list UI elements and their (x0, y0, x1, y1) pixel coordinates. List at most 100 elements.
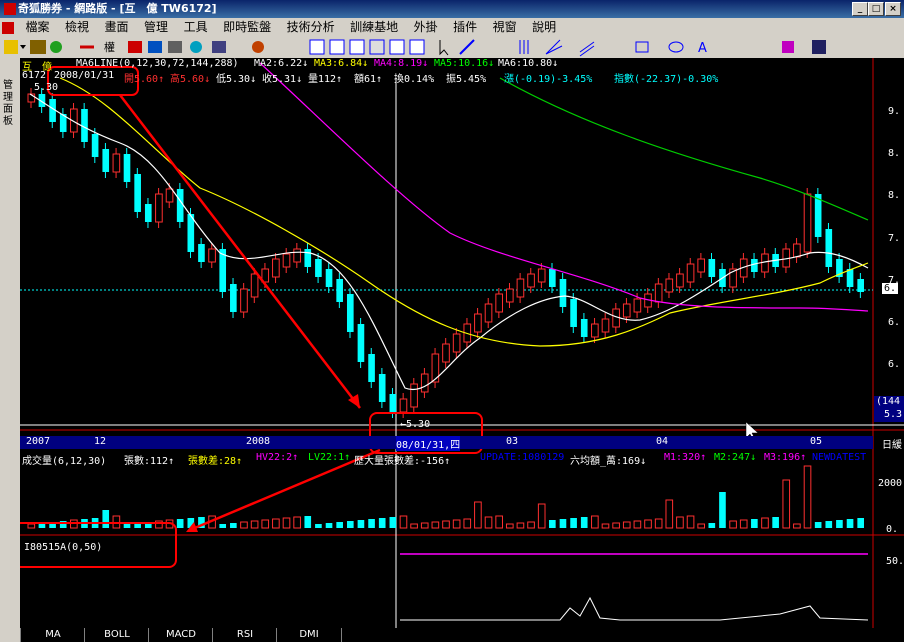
cursor-date-label: 08/01/31,四 (396, 436, 461, 451)
menu-tools[interactable]: 工具 (178, 18, 214, 36)
volume-bar (814, 522, 822, 528)
candle-body (198, 244, 205, 262)
toolbar: A 權 (0, 36, 904, 59)
candle-body (761, 253, 769, 273)
volume-bar (495, 515, 503, 529)
grid-icon[interactable] (212, 41, 226, 53)
candle-body (102, 149, 110, 172)
ellipse-tool-icon[interactable] (668, 41, 684, 53)
minimize-button[interactable]: _ (852, 2, 868, 16)
globe-icon[interactable] (190, 41, 202, 53)
last-price-tag: 6. (882, 283, 899, 294)
candle-body (654, 283, 663, 303)
index-change: 指數(-22.37)-0.30% (614, 74, 719, 85)
menu-training[interactable]: 訓練基地 (344, 18, 404, 36)
volume-bar (803, 465, 812, 529)
amplitude-value: 振5.45% (446, 74, 487, 85)
chart-area[interactable]: 互 億 MA6LINE(0,12,30,72,144,288) MA2:6.22… (20, 58, 904, 628)
tab-boll[interactable]: BOLL (84, 628, 149, 642)
tab-rsi[interactable]: RSI (212, 628, 277, 642)
menu-bar: 檔案 檢視 畫面 管理 工具 即時監盤 技術分析 訓練基地 外掛 插件 視窗 說… (0, 18, 904, 36)
save-icon[interactable] (812, 40, 826, 54)
weight-label[interactable]: 權 (104, 39, 115, 55)
close-button[interactable]: × (885, 2, 901, 16)
candle-body (357, 324, 365, 362)
volume-bar (282, 517, 291, 529)
candle-body (346, 294, 354, 332)
candle-body (591, 323, 599, 338)
candle-body (580, 319, 588, 337)
volume-bar (537, 503, 546, 529)
volume-bar (739, 519, 748, 529)
color-palette-icon[interactable] (782, 41, 794, 53)
volume-bar (570, 518, 577, 528)
bars-tool-icon[interactable] (519, 40, 529, 54)
menu-realtime[interactable]: 即時監盤 (217, 18, 277, 36)
layout3-icon[interactable] (349, 39, 365, 55)
tab-ma[interactable]: MA (20, 628, 85, 642)
layout5-icon[interactable] (389, 39, 405, 55)
menu-help[interactable]: 說明 (526, 18, 562, 36)
fan-tool-icon[interactable] (545, 39, 563, 55)
menu-window[interactable]: 視窗 (487, 18, 523, 36)
volume-bar (346, 521, 354, 528)
volume-value: 量112↑ (308, 74, 343, 85)
layout4-icon[interactable] (369, 39, 385, 55)
candle-body (686, 263, 695, 283)
home-icon[interactable] (4, 40, 18, 54)
menu-plugins[interactable]: 插件 (447, 18, 483, 36)
volume-bar (612, 522, 620, 529)
person-icon[interactable] (252, 41, 264, 53)
menu-icon[interactable] (0, 18, 16, 36)
channel-tool-icon[interactable] (579, 41, 595, 57)
candle-body (155, 193, 163, 223)
price-axis-label: 6. (888, 317, 901, 328)
layout-icon[interactable] (309, 39, 325, 55)
line-tool-icon[interactable] (459, 39, 475, 55)
volume-bar (676, 516, 684, 529)
layout2-icon[interactable] (329, 39, 345, 55)
bar-date: 2008/01/31 (54, 70, 115, 81)
pointer-icon[interactable] (439, 40, 449, 56)
candle-body (676, 273, 684, 288)
menu-external[interactable]: 外掛 (408, 18, 444, 36)
zoom-icon[interactable] (50, 41, 62, 53)
menu-analysis[interactable]: 技術分析 (281, 18, 341, 36)
candle-body (474, 313, 482, 333)
candle-body (549, 269, 556, 287)
text-tool-icon[interactable]: A (698, 41, 707, 56)
edit-icon[interactable] (168, 41, 182, 53)
menu-screen[interactable]: 畫面 (99, 18, 135, 36)
high-price: 高5.60↓ (170, 74, 211, 85)
volume-bar (399, 515, 408, 529)
rect-tool-icon[interactable] (635, 41, 649, 53)
change-value: 漲(-0.19)-3.45% (504, 74, 593, 85)
chart-icon[interactable] (148, 41, 162, 53)
candle-body (112, 153, 121, 173)
volume-bar (410, 523, 418, 529)
turnover-value: 換0.14% (394, 74, 435, 85)
stock-icon[interactable] (30, 40, 46, 54)
layout6-icon[interactable] (409, 39, 425, 55)
volume-stat: M2:247↓ (714, 452, 757, 463)
tab-macd[interactable]: MACD (148, 628, 213, 642)
weight-icon[interactable] (128, 41, 142, 53)
candle-body (708, 259, 716, 277)
tab-dmi[interactable]: DMI (276, 628, 342, 642)
management-panel[interactable]: 管理面板 (0, 58, 20, 642)
menu-view[interactable]: 檢視 (59, 18, 95, 36)
svg-text:A: A (698, 41, 707, 56)
dropdown-icon[interactable] (20, 45, 26, 49)
candle-body (633, 298, 642, 313)
menu-file[interactable]: 檔案 (20, 18, 56, 36)
volume-bar (261, 519, 270, 529)
menu-manage[interactable]: 管理 (138, 18, 174, 36)
volume-bar (782, 479, 791, 529)
volume-bar (230, 523, 237, 528)
volume-bar (474, 501, 482, 529)
candle-body (431, 353, 440, 383)
maximize-button[interactable]: □ (868, 2, 884, 16)
volume-bar (601, 523, 610, 529)
volume-bar (686, 515, 695, 529)
volume-bar (772, 517, 779, 528)
